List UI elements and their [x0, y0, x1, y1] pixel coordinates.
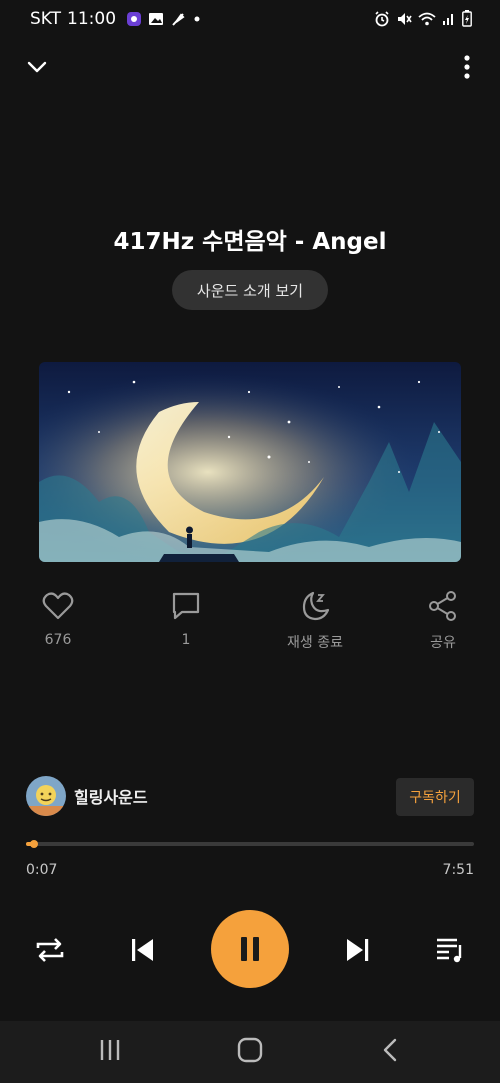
- feather-icon: [172, 13, 185, 26]
- current-time: 0:07: [26, 862, 58, 878]
- playlist-icon: [437, 938, 462, 963]
- status-left: SKT 11:00: [30, 9, 202, 29]
- sleep-timer-label: 재생 종료: [287, 635, 343, 651]
- channel-avatar[interactable]: [26, 776, 66, 816]
- playlist-button[interactable]: [430, 930, 470, 970]
- next-button[interactable]: [338, 930, 378, 970]
- share-icon: [429, 591, 456, 621]
- progress-handle[interactable]: [30, 840, 38, 848]
- skip-next-icon: [347, 939, 369, 961]
- clock: 11:00: [67, 9, 117, 29]
- heart-icon: [42, 592, 74, 620]
- channel-info[interactable]: 힐링사운드: [26, 776, 148, 816]
- subscribe-button[interactable]: 구독하기: [396, 778, 474, 816]
- carrier-label: SKT: [30, 9, 62, 29]
- playback-controls: [0, 910, 500, 990]
- battery-icon: [462, 10, 472, 27]
- top-bar: [0, 50, 500, 86]
- pause-icon: [241, 937, 259, 961]
- like-count: 676: [44, 632, 72, 648]
- share-button[interactable]: 공유: [388, 588, 498, 652]
- gallery-icon: [149, 13, 164, 25]
- dot-icon: [194, 16, 200, 22]
- home-icon[interactable]: [237, 1037, 263, 1063]
- signal-icon: [443, 13, 453, 25]
- status-right: [374, 10, 472, 27]
- repeat-button[interactable]: [30, 932, 70, 968]
- sleep-timer-button[interactable]: 재생 종료: [260, 588, 370, 652]
- total-time: 7:51: [442, 862, 474, 878]
- more-options-icon[interactable]: [462, 54, 472, 80]
- chevron-down-icon[interactable]: [26, 56, 48, 78]
- channel-name[interactable]: 힐링사운드: [74, 784, 148, 808]
- album-artwork: [39, 362, 461, 562]
- sleep-timer-icon: [302, 591, 330, 621]
- recent-apps-icon[interactable]: [98, 1037, 122, 1063]
- mute-icon: [398, 12, 412, 25]
- comment-count: 1: [181, 632, 191, 648]
- back-icon[interactable]: [380, 1037, 400, 1063]
- avatar-image: [26, 776, 66, 816]
- skip-previous-icon: [132, 939, 153, 961]
- previous-button[interactable]: [122, 930, 162, 970]
- system-nav-bar: [0, 1021, 500, 1083]
- comment-button[interactable]: 1: [131, 588, 241, 648]
- share-label: 공유: [430, 635, 456, 651]
- pause-button[interactable]: [211, 910, 289, 988]
- moon-night-artwork: [39, 362, 461, 562]
- actions-row: 676 1 재생 종료 공유: [0, 588, 500, 658]
- wifi-icon: [418, 12, 436, 25]
- status-bar: SKT 11:00: [0, 0, 500, 40]
- comment-icon: [172, 592, 200, 620]
- repeat-icon: [36, 938, 64, 962]
- like-button[interactable]: 676: [3, 588, 113, 648]
- sound-intro-button[interactable]: 사운드 소개 보기: [172, 270, 328, 310]
- alarm-icon: [375, 10, 389, 26]
- progress-bar[interactable]: [26, 840, 474, 848]
- app-notification-icon: [127, 12, 142, 26]
- track-title: 417Hz 수면음악 - Angel: [113, 229, 387, 255]
